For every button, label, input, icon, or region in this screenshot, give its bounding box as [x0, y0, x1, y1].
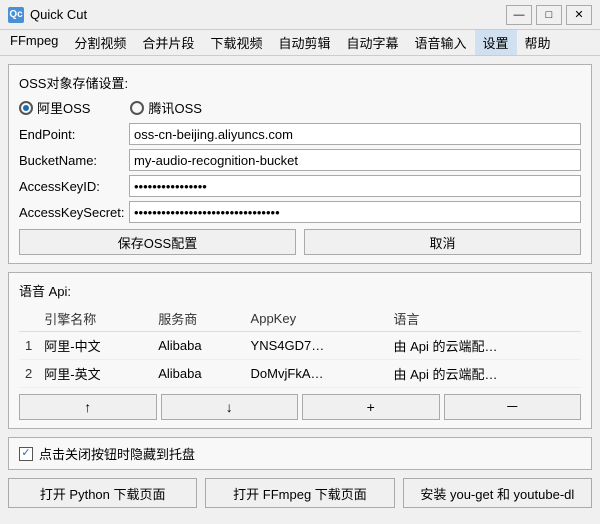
accesskeysecret-label: AccessKeySecret:	[19, 205, 129, 220]
menubar: FFmpeg分割视频合并片段下载视频自动剪辑自动字幕语音输入设置帮助	[0, 30, 600, 56]
menu-item-合并片段[interactable]: 合并片段	[134, 30, 202, 55]
col-name: 引擎名称	[38, 306, 152, 332]
accesskeysecret-row: AccessKeySecret:	[19, 201, 581, 223]
save-oss-button[interactable]: 保存OSS配置	[19, 229, 296, 255]
row1-name: 阿里-中文	[38, 332, 152, 360]
menu-item-FFmpeg[interactable]: FFmpeg	[2, 30, 66, 55]
row1-appkey: YNS4GD7…	[245, 332, 388, 360]
checkbox-row[interactable]: 点击关闭按钮时隐藏到托盘	[8, 437, 592, 470]
open-ffmpeg-button[interactable]: 打开 FFmpeg 下载页面	[205, 478, 394, 508]
col-appkey: AppKey	[245, 306, 388, 332]
api-button-row: ↑ ↓ + －	[19, 394, 581, 420]
row1-lang: 由 Api 的云端配…	[387, 332, 581, 360]
close-button[interactable]: ✕	[566, 5, 592, 25]
move-up-button[interactable]: ↑	[19, 394, 157, 420]
app-title: Quick Cut	[30, 7, 506, 22]
api-table-header: 引擎名称 服务商 AppKey 语言	[19, 306, 581, 332]
row2-provider: Alibaba	[152, 360, 244, 388]
api-table: 引擎名称 服务商 AppKey 语言 1 阿里-中文 Alibaba YNS4G…	[19, 306, 581, 388]
oss-option-tencent[interactable]: 腾讯OSS	[130, 98, 201, 117]
hide-to-tray-label: 点击关闭按钮时隐藏到托盘	[39, 444, 195, 463]
menu-item-帮助[interactable]: 帮助	[517, 30, 559, 55]
menu-item-下载视频[interactable]: 下载视频	[202, 30, 270, 55]
aliyun-radio-label: 阿里OSS	[37, 98, 90, 117]
row2-appkey: DoMvjFkA…	[245, 360, 388, 388]
oss-button-row: 保存OSS配置 取消	[19, 229, 581, 255]
add-api-button[interactable]: +	[302, 394, 440, 420]
main-content: OSS对象存储设置: 阿里OSS 腾讯OSS EndPoint: BucketN…	[0, 56, 600, 520]
col-num	[19, 306, 38, 332]
accesskeyid-row: AccessKeyID:	[19, 175, 581, 197]
menu-item-自动剪辑[interactable]: 自动剪辑	[270, 30, 338, 55]
oss-option-aliyun[interactable]: 阿里OSS	[19, 98, 90, 117]
api-row-2[interactable]: 2 阿里-英文 Alibaba DoMvjFkA… 由 Api 的云端配…	[19, 360, 581, 388]
accesskeysecret-input[interactable]	[129, 201, 581, 223]
bucketname-input[interactable]	[129, 149, 581, 171]
install-youget-button[interactable]: 安装 you-get 和 youtube-dl	[403, 478, 592, 508]
accesskeyid-input[interactable]	[129, 175, 581, 197]
window-controls: — □ ✕	[506, 5, 592, 25]
accesskeyid-label: AccessKeyID:	[19, 179, 129, 194]
menu-item-设置[interactable]: 设置	[475, 30, 517, 55]
bottom-button-row: 打开 Python 下载页面 打开 FFmpeg 下载页面 安装 you-get…	[8, 478, 592, 508]
bucketname-row: BucketName:	[19, 149, 581, 171]
oss-settings-panel: OSS对象存储设置: 阿里OSS 腾讯OSS EndPoint: BucketN…	[8, 64, 592, 264]
move-down-button[interactable]: ↓	[161, 394, 299, 420]
titlebar: Qc Quick Cut — □ ✕	[0, 0, 600, 30]
endpoint-input[interactable]	[129, 123, 581, 145]
endpoint-label: EndPoint:	[19, 127, 129, 142]
row1-num: 1	[19, 332, 38, 360]
row1-provider: Alibaba	[152, 332, 244, 360]
tencent-radio-circle	[130, 101, 144, 115]
row2-name: 阿里-英文	[38, 360, 152, 388]
open-python-button[interactable]: 打开 Python 下载页面	[8, 478, 197, 508]
minimize-button[interactable]: —	[506, 5, 532, 25]
row2-num: 2	[19, 360, 38, 388]
api-panel-title: 语音 Api:	[19, 281, 581, 300]
api-row-1[interactable]: 1 阿里-中文 Alibaba YNS4GD7… 由 Api 的云端配…	[19, 332, 581, 360]
menu-item-语音输入[interactable]: 语音输入	[406, 30, 474, 55]
oss-panel-title: OSS对象存储设置:	[19, 73, 581, 92]
oss-radio-group: 阿里OSS 腾讯OSS	[19, 98, 581, 117]
app-icon: Qc	[8, 7, 24, 23]
row2-lang: 由 Api 的云端配…	[387, 360, 581, 388]
cancel-oss-button[interactable]: 取消	[304, 229, 581, 255]
hide-to-tray-checkbox[interactable]	[19, 447, 33, 461]
aliyun-radio-circle	[19, 101, 33, 115]
bucketname-label: BucketName:	[19, 153, 129, 168]
menu-item-分割视频[interactable]: 分割视频	[66, 30, 134, 55]
tencent-radio-label: 腾讯OSS	[148, 98, 201, 117]
maximize-button[interactable]: □	[536, 5, 562, 25]
endpoint-row: EndPoint:	[19, 123, 581, 145]
col-lang: 语言	[387, 306, 581, 332]
col-provider: 服务商	[152, 306, 244, 332]
remove-api-button[interactable]: －	[444, 394, 582, 420]
menu-item-自动字幕[interactable]: 自动字幕	[338, 30, 406, 55]
api-panel: 语音 Api: 引擎名称 服务商 AppKey 语言 1 阿里-中文 Aliba…	[8, 272, 592, 429]
